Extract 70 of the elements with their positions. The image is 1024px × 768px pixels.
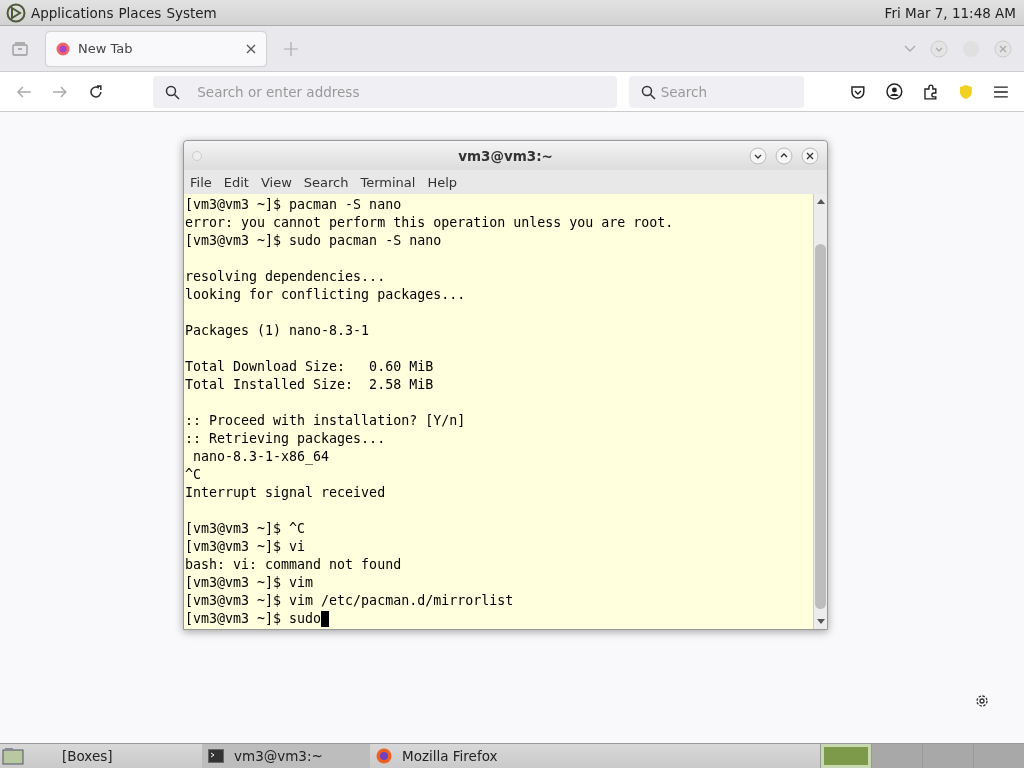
terminal-line: Total Download Size: 0.60 MiB: [185, 358, 434, 376]
workspace-switcher-cell[interactable]: [871, 744, 922, 768]
terminal-line: Packages (1) nano-8.3-1: [185, 322, 370, 340]
puzzle-piece-icon[interactable]: [922, 83, 939, 100]
shield-icon[interactable]: [958, 83, 975, 100]
terminal-line: resolving dependencies...: [185, 268, 386, 286]
reload-icon[interactable]: [87, 83, 104, 100]
show-desktop-icon[interactable]: [2, 747, 24, 765]
window-menu-icon[interactable]: [192, 150, 202, 161]
close-icon[interactable]: [246, 43, 256, 54]
firefox-icon: [56, 41, 70, 56]
back-icon[interactable]: [16, 84, 32, 99]
new-tab-icon[interactable]: [284, 41, 298, 56]
terminal-icon: [208, 749, 224, 763]
terminal-line: [vm3@vm3 ~]$ vim /etc/pacman.d/mirrorlist: [185, 592, 514, 610]
terminal-menu[interactable]: Edit: [223, 174, 249, 190]
forward-icon[interactable]: [51, 84, 68, 99]
menu-icon[interactable]: [994, 85, 1008, 98]
minimize-icon[interactable]: [749, 146, 767, 165]
terminal-line: bash: vi: command not found: [185, 556, 402, 574]
terminal-line: [vm3@vm3 ~]$ vi: [185, 538, 306, 556]
terminal-line: Total Installed Size: 2.58 MiB: [185, 376, 434, 394]
account-icon[interactable]: [885, 83, 903, 100]
terminal-line: error: you cannot perform this operation unless you are root.: [185, 214, 674, 232]
taskbar-button[interactable]: vm3@vm3:~: [202, 744, 370, 768]
workspace-switcher-cell[interactable]: [820, 744, 871, 768]
tab-overview-icon[interactable]: [12, 41, 28, 56]
terminal-line: looking for conflicting packages...: [185, 286, 466, 304]
taskbar-button[interactable]: Mozilla Firefox: [370, 744, 540, 768]
close-icon[interactable]: [801, 146, 819, 165]
distro-logo-icon[interactable]: [6, 2, 26, 23]
minimize-icon[interactable]: [930, 39, 948, 58]
terminal-line: [vm3@vm3 ~]$ sudo: [185, 610, 322, 628]
terminal-line: :: Proceed with installation? [Y/n]: [185, 412, 466, 430]
terminal-menu[interactable]: Search: [303, 174, 349, 190]
panel-menu[interactable]: System: [166, 4, 217, 21]
terminal-line: ^C: [185, 466, 201, 484]
terminal-line: [vm3@vm3 ~]$ pacman -S nano: [185, 196, 402, 214]
tab-title: New Tab: [78, 41, 134, 56]
terminal-line: [vm3@vm3 ~]$ sudo pacman -S nano: [185, 232, 442, 250]
terminal-line: [vm3@vm3 ~]$ vim: [185, 574, 314, 592]
clock[interactable]: Fri Mar 7, 11:48 AM: [884, 4, 1016, 21]
terminal-menu[interactable]: Help: [427, 174, 458, 190]
browser-tab[interactable]: New Tab: [46, 31, 266, 66]
scroll-down-icon[interactable]: [816, 619, 825, 625]
scrollbar-thumb[interactable]: [815, 244, 826, 609]
scrollbar[interactable]: [813, 194, 827, 629]
search-icon: [640, 84, 656, 100]
firefox-icon: [376, 748, 392, 764]
terminal-line: Interrupt signal received: [185, 484, 386, 502]
taskbar-button[interactable]: [Boxes]: [32, 744, 202, 768]
terminal-menu[interactable]: View: [260, 174, 292, 190]
panel-menu[interactable]: Applications: [31, 4, 114, 21]
terminal-menu[interactable]: Terminal: [360, 174, 416, 190]
terminal-menu[interactable]: File: [190, 174, 212, 190]
scroll-up-icon[interactable]: [816, 198, 825, 204]
workspace-switcher-cell[interactable]: [922, 744, 973, 768]
settings-icon[interactable]: [974, 693, 990, 709]
search-icon: [165, 84, 181, 100]
workspace-switcher-cell[interactable]: [973, 744, 1024, 768]
search-field[interactable]: Search: [628, 75, 805, 108]
chevron-down-icon[interactable]: [904, 44, 916, 53]
address-field[interactable]: Search or enter address: [153, 75, 617, 108]
terminal-line: :: Retrieving packages...: [185, 430, 386, 448]
window-title: vm3@vm3:~: [458, 147, 553, 164]
terminal-line: nano-8.3-1-x86_64: [192, 448, 330, 466]
panel-menu[interactable]: Places: [118, 4, 162, 21]
pocket-icon[interactable]: [850, 83, 866, 100]
maximize-icon[interactable]: [775, 146, 793, 165]
terminal-line: [vm3@vm3 ~]$ ^C: [185, 520, 306, 538]
